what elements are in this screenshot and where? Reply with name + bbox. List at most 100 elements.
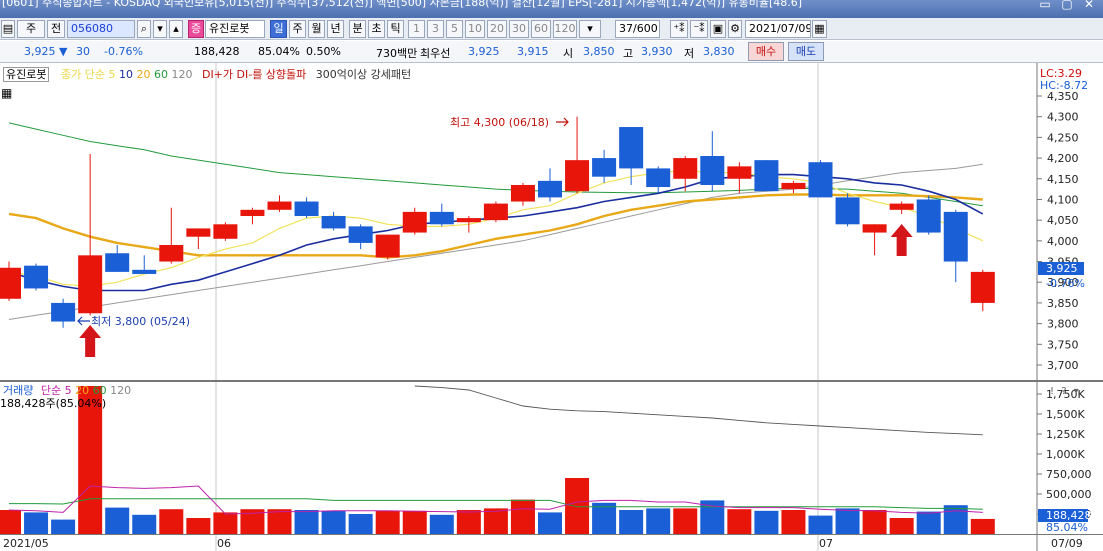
calendar-icon[interactable]: ▦ bbox=[812, 20, 827, 38]
candle-body bbox=[78, 255, 103, 314]
close-button[interactable]: ✕ bbox=[1078, 0, 1100, 12]
candle bbox=[375, 234, 400, 260]
candle-body bbox=[781, 182, 806, 190]
remove-data-icon[interactable]: ⁻⁑ bbox=[690, 20, 708, 38]
date-field[interactable]: 2021/07/09 bbox=[745, 20, 811, 38]
candle-body bbox=[159, 244, 184, 262]
volume-bar bbox=[321, 510, 346, 534]
search-icon[interactable]: ⌕ bbox=[137, 20, 151, 38]
arrow-down-icon[interactable]: ▾ bbox=[153, 20, 167, 38]
interval-5[interactable]: 5 bbox=[446, 20, 463, 38]
menu-icon[interactable]: ▤ bbox=[1, 20, 15, 38]
market-dropdown[interactable]: 주 bbox=[17, 20, 45, 38]
grid-icon[interactable]: ▦ bbox=[1, 86, 12, 100]
volume-bar bbox=[592, 502, 617, 534]
best-bid: 3,915 bbox=[517, 45, 549, 58]
candle-body bbox=[294, 201, 319, 217]
period-day[interactable]: 일 bbox=[270, 20, 287, 38]
period-minute[interactable]: 분 bbox=[349, 20, 366, 38]
candle-body bbox=[916, 199, 941, 233]
save-icon[interactable]: ▣ bbox=[710, 20, 726, 38]
volume-bar bbox=[51, 519, 76, 534]
minimize-button[interactable]: ▭ bbox=[1034, 0, 1056, 12]
interval-dropdown[interactable]: ▾ bbox=[579, 20, 601, 38]
stock-code-input[interactable]: 056080 bbox=[67, 20, 135, 38]
interval-120[interactable]: 120 bbox=[553, 20, 577, 38]
all-button[interactable]: 전 bbox=[47, 20, 65, 38]
price-tick-label: 4,150 bbox=[1047, 173, 1079, 186]
maximize-button[interactable]: ▢ bbox=[1056, 0, 1078, 12]
buy-button[interactable]: 매수 bbox=[748, 42, 784, 61]
interval-3[interactable]: 3 bbox=[427, 20, 444, 38]
candle-body bbox=[727, 166, 752, 179]
candle-body bbox=[862, 224, 887, 233]
volume-bar bbox=[916, 511, 941, 534]
period-year[interactable]: 년 bbox=[327, 20, 344, 38]
volume-tool-icons[interactable]: ! ? ▾ bbox=[1050, 386, 1081, 397]
volume-tick-label: 1,000K bbox=[1046, 448, 1085, 461]
volume-bar bbox=[213, 512, 238, 534]
volume-bar bbox=[348, 514, 373, 534]
candle-body bbox=[483, 203, 508, 221]
interval-10[interactable]: 10 bbox=[465, 20, 485, 38]
candle-body bbox=[565, 160, 590, 192]
legend-ma5: 종가 단순 5 bbox=[60, 68, 116, 81]
last-volume-pct: 85.04% bbox=[1046, 521, 1088, 534]
volume-bar bbox=[862, 510, 887, 534]
sell-button[interactable]: 매도 bbox=[788, 42, 824, 61]
interval-1[interactable]: 1 bbox=[408, 20, 425, 38]
candle-body bbox=[835, 197, 860, 225]
price-chart[interactable]: 4,3504,3004,2504,2004,1504,1004,0504,000… bbox=[0, 63, 1103, 381]
candle-body bbox=[619, 127, 644, 169]
current-price: 3,925 ▼ bbox=[24, 45, 68, 58]
volume-bar bbox=[970, 518, 995, 534]
arrow-up-icon[interactable]: ▴ bbox=[169, 20, 183, 38]
volume-bar bbox=[565, 478, 590, 534]
low-label: 저 bbox=[684, 47, 695, 60]
candle-body bbox=[105, 253, 130, 272]
price-tick-label: 3,750 bbox=[1047, 338, 1079, 351]
stock-name-field[interactable]: 유진로봇 bbox=[205, 20, 265, 38]
interval-30[interactable]: 30 bbox=[509, 20, 529, 38]
volume-bar bbox=[159, 509, 184, 534]
price-tick-label: 4,250 bbox=[1047, 131, 1079, 144]
candle-body bbox=[646, 168, 671, 188]
period-week[interactable]: 주 bbox=[289, 20, 306, 38]
data-count-field[interactable]: 37/600 bbox=[615, 20, 660, 38]
date-label: 07 bbox=[819, 537, 833, 550]
candle-body bbox=[538, 180, 562, 198]
candle-body bbox=[213, 224, 238, 239]
candle-body bbox=[402, 211, 427, 233]
volume-bar bbox=[943, 505, 968, 534]
volume-bar bbox=[619, 510, 644, 534]
volume-bar bbox=[646, 508, 671, 534]
interval-20[interactable]: 20 bbox=[487, 20, 507, 38]
period-second[interactable]: 초 bbox=[368, 20, 385, 38]
date-label: 07/09 bbox=[1051, 537, 1083, 550]
volume-chart[interactable]: 1,750K1,500K1,250K1,000K750,000500,00025… bbox=[0, 381, 1103, 551]
interval-60[interactable]: 60 bbox=[531, 20, 551, 38]
candle bbox=[835, 193, 860, 227]
volume-tick-label: 500,000 bbox=[1046, 488, 1092, 501]
candle-body bbox=[673, 158, 698, 179]
period-month[interactable]: 월 bbox=[308, 20, 325, 38]
candle-body bbox=[456, 218, 481, 223]
period-tick[interactable]: 틱 bbox=[387, 20, 404, 38]
add-data-icon[interactable]: ⁺⁑ bbox=[670, 20, 688, 38]
candle-body bbox=[132, 269, 157, 274]
volume-bar bbox=[538, 512, 562, 534]
volume-bar bbox=[429, 514, 454, 534]
gear-icon[interactable]: ⚙ bbox=[728, 20, 742, 38]
volume-bar bbox=[727, 509, 752, 534]
price-tick-label: 4,200 bbox=[1047, 152, 1079, 165]
volume-bar bbox=[835, 508, 860, 534]
volume-bar bbox=[186, 518, 211, 534]
candle-body bbox=[970, 271, 995, 303]
open-price: 3,850 bbox=[583, 45, 615, 58]
price-tick-label: 4,100 bbox=[1047, 193, 1079, 206]
volume-bar bbox=[456, 510, 481, 534]
volume-bar bbox=[132, 514, 157, 534]
low-price: 3,830 bbox=[703, 45, 735, 58]
price-tick-label: 4,050 bbox=[1047, 214, 1079, 227]
legend-ma20: 20 bbox=[136, 68, 151, 81]
